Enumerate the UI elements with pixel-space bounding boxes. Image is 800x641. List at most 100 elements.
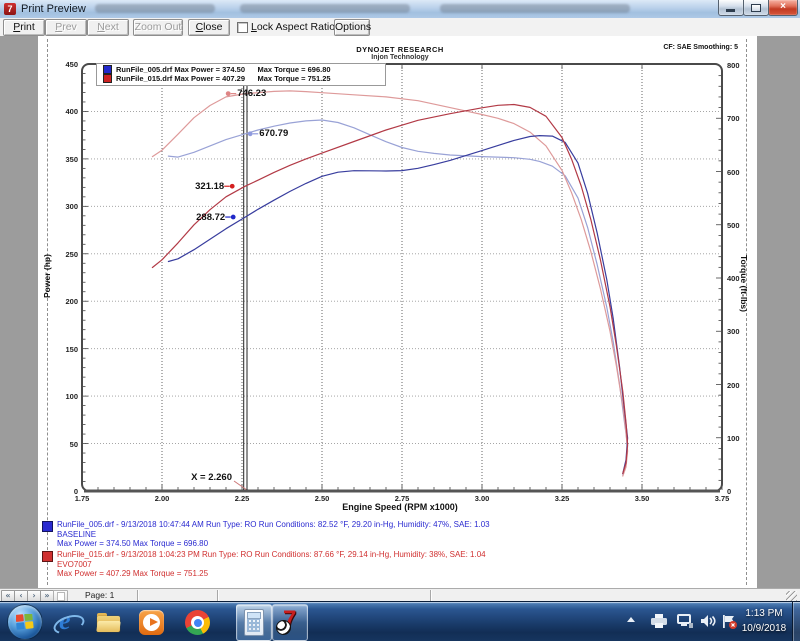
power-tick-label: 0: [73, 487, 78, 496]
background-window-blur: [240, 4, 410, 13]
folder-front: [96, 621, 121, 632]
printer-icon[interactable]: [650, 614, 668, 629]
torque-tick-label: 100: [727, 433, 740, 443]
torque-tick-label: 300: [727, 327, 740, 337]
network-icon[interactable]: [676, 614, 694, 629]
x-tick-label: 3.50: [634, 494, 650, 503]
taskbar-clock[interactable]: 1:13 PM 10/9/2018: [736, 606, 792, 636]
close-preview-button[interactable]: Close: [188, 19, 230, 36]
x-tick-label: 2.75: [394, 494, 410, 503]
power-tick-label: 400: [65, 107, 78, 117]
torque-tick-label: 400: [727, 274, 740, 283]
chart-title: DYNOJET RESEARCH: [356, 45, 444, 54]
statusbar-divider: [217, 590, 219, 601]
point-value-label[interactable]: 670.79: [259, 128, 288, 139]
x-tick-label: 3.00: [474, 494, 490, 503]
minimize-icon: [726, 9, 735, 12]
point-marker-dot: [225, 91, 231, 97]
run-info-conditions: RunFile_015.drf - 9/13/2018 1:04:23 PM R…: [57, 550, 486, 559]
dyno-chart: DYNOJET RESEARCH Injon Technology CF: SA…: [0, 36, 800, 588]
resize-grip[interactable]: [786, 591, 797, 601]
point-value-label[interactable]: 288.72: [165, 212, 225, 223]
power-tick-label: 150: [65, 344, 78, 354]
print-button[interactable]: Print: [3, 19, 45, 36]
x-axis-title: Engine Speed (RPM x1000): [342, 502, 458, 512]
smoothing-note: CF: SAE Smoothing: 5: [663, 44, 738, 51]
chrome-icon[interactable]: [184, 609, 211, 636]
print-preview-toolbar: Print Prev Next Zoom Out Close Lock Aspe…: [0, 18, 800, 37]
torque-tick-label: 600: [727, 167, 740, 177]
point-marker-dot: [230, 214, 236, 220]
winpep7-taskbar-button[interactable]: 7: [272, 604, 308, 641]
media-player-icon[interactable]: [138, 609, 165, 636]
torque-tick-label: 800: [727, 61, 740, 70]
run-info-max-values: Max Power = 407.29 Max Torque = 751.25: [57, 569, 209, 578]
legend-row: RunFile_005.drf Max Power = 374.50 Max T…: [97, 65, 385, 74]
internet-explorer-icon[interactable]: e: [51, 606, 87, 638]
run-info-chip: [42, 550, 53, 562]
torque-tick-label: 0: [727, 487, 732, 496]
point-value-label[interactable]: 321.18: [164, 181, 224, 192]
soccer-ball-icon: [276, 620, 291, 635]
close-icon: ×: [780, 1, 786, 12]
point-marker-dot: [229, 183, 235, 189]
clock-date: 10/9/2018: [741, 623, 787, 634]
power-axis-title: Power (hp): [42, 254, 52, 299]
prev-button[interactable]: Prev: [45, 19, 87, 36]
statusbar-divider: [430, 590, 432, 601]
maximize-icon: [751, 4, 761, 12]
power-tick-label: 300: [65, 202, 78, 212]
lock-aspect-ratio-label: Lock Aspect Ratio: [251, 21, 336, 33]
chart-subtitle: Injon Technology: [371, 54, 429, 61]
power-tick-label: 50: [69, 439, 78, 449]
zoom-out-button[interactable]: Zoom Out: [133, 19, 183, 36]
background-window-blur: [440, 4, 630, 13]
curve-runfile-015-torque: [151, 90, 629, 477]
minimize-button[interactable]: [718, 0, 744, 16]
windows-explorer-icon[interactable]: [95, 609, 122, 636]
torque-tick-label: 200: [727, 380, 740, 390]
run-info-max-values: Max Power = 374.50 Max Torque = 696.80: [57, 539, 209, 548]
taskbar: e 7 1:13 PM 10/9/2018: [0, 601, 800, 641]
speaker-icon[interactable]: [700, 614, 717, 629]
window-titlebar[interactable]: 7 Print Preview ×: [0, 0, 800, 19]
torque-tick-label: 500: [727, 220, 740, 230]
power-tick-label: 250: [65, 249, 78, 259]
power-tick-label: 450: [65, 60, 78, 69]
close-window-button[interactable]: ×: [768, 0, 798, 16]
play-icon: [150, 618, 158, 626]
point-marker-dot: [247, 131, 253, 137]
torque-tick-label: 700: [727, 114, 740, 124]
torque-axis-title: Torque (ft-lbs): [739, 254, 749, 312]
power-tick-label: 200: [65, 297, 78, 307]
background-window-blur: [95, 4, 215, 13]
next-button[interactable]: Next: [87, 19, 129, 36]
x-tick-label: 2.50: [314, 494, 330, 503]
chrome-blue-dot: [193, 618, 202, 627]
x-tick-label: 3.25: [554, 494, 570, 503]
tray-expand-icon[interactable]: [627, 617, 635, 622]
point-value-label[interactable]: 746.23: [237, 88, 266, 99]
cursor-label-leader: [233, 480, 247, 490]
legend-row: RunFile_015.drf Max Power = 407.29 Max T…: [97, 74, 385, 83]
run-info-chip: [42, 520, 53, 532]
x-tick-label: 2.00: [154, 494, 170, 503]
calculator-screen: [247, 612, 261, 619]
legend-color-chip: [103, 74, 112, 83]
calculator-taskbar-button[interactable]: [236, 604, 272, 641]
statusbar: « ‹ › » Page: 1: [0, 588, 800, 602]
maximize-button[interactable]: [743, 0, 769, 16]
page-icon: [57, 592, 65, 601]
calculator-keys: [247, 619, 260, 632]
app-icon: 7: [4, 3, 16, 15]
options-button[interactable]: Options: [334, 19, 371, 36]
page-number-label: Page: 1: [85, 590, 115, 600]
curve-runfile-005-power: [167, 134, 629, 475]
lock-aspect-ratio-checkbox[interactable]: [237, 22, 248, 33]
power-tick-label: 350: [65, 154, 78, 164]
cursor-position-label[interactable]: X = 2.260: [142, 472, 232, 483]
show-desktop-button[interactable]: [792, 602, 800, 641]
legend-label: RunFile_005.drf Max Power = 374.50 Max T…: [116, 65, 331, 74]
start-button[interactable]: [7, 604, 43, 640]
curve-runfile-015-power: [151, 103, 629, 475]
